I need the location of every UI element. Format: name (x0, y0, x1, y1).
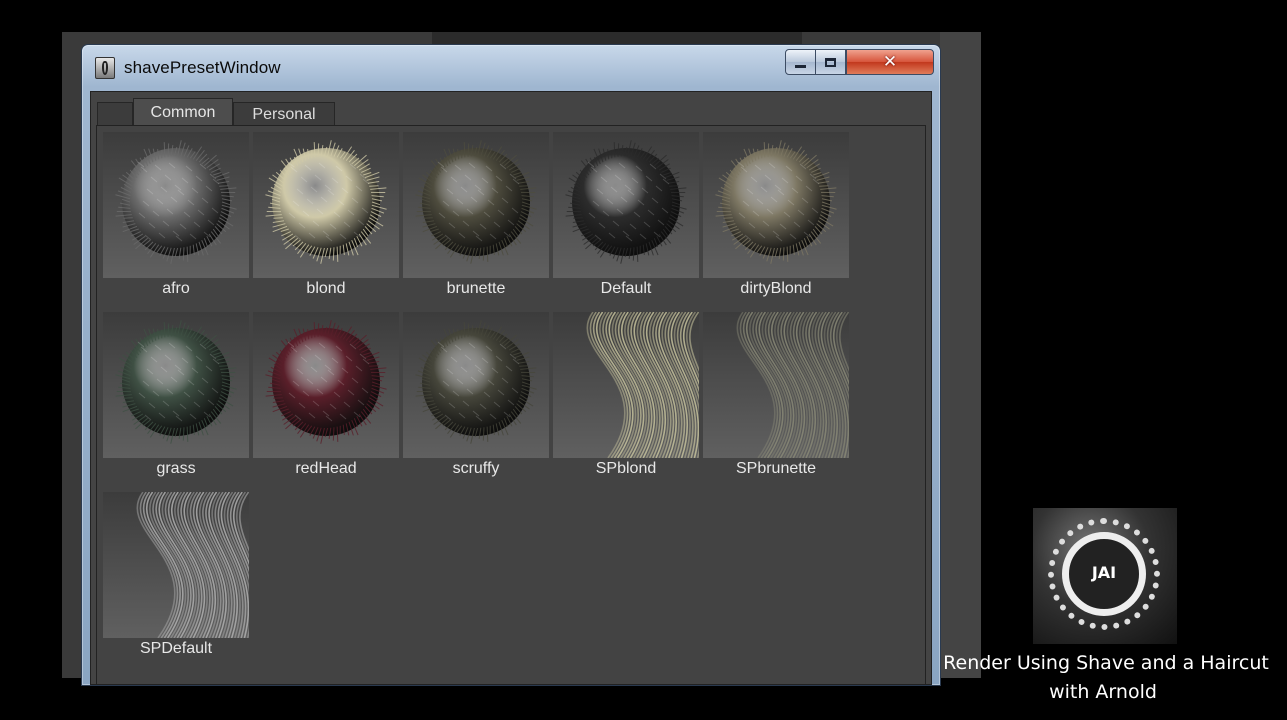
preset-item[interactable]: blond (253, 132, 401, 312)
hair-strands-image (736, 312, 849, 458)
maximize-icon (825, 57, 836, 67)
window-client-area: Common Personal afro blond brunette Default… (90, 91, 932, 685)
preset-thumbnail[interactable] (403, 132, 549, 278)
hair-strands-image (136, 492, 249, 638)
app-icon (95, 57, 115, 79)
minimize-icon (795, 64, 806, 68)
fur-ball-image (115, 140, 237, 264)
preset-thumbnail[interactable] (553, 132, 699, 278)
minimize-button[interactable] (785, 49, 816, 75)
preset-label: SPDefault (139, 640, 213, 657)
fur-ball-image (415, 320, 537, 444)
preset-thumbnail[interactable] (253, 312, 399, 458)
maximize-button[interactable] (815, 49, 846, 75)
preset-item[interactable]: SPbrunette (703, 312, 851, 492)
preset-label: grass (156, 460, 196, 477)
preset-thumbnail[interactable] (103, 132, 249, 278)
preset-label: Default (600, 280, 652, 297)
fur-ball-image (265, 140, 387, 264)
preset-item[interactable]: dirtyBlond (703, 132, 851, 312)
preset-thumbnail[interactable] (103, 312, 249, 458)
fur-ball-image (565, 140, 687, 264)
preset-item[interactable]: brunette (403, 132, 551, 312)
preset-item[interactable]: Default (553, 132, 701, 312)
preset-thumbnail[interactable] (403, 312, 549, 458)
preset-label: scruffy (452, 460, 500, 477)
preset-item[interactable]: scruffy (403, 312, 551, 492)
hair-strands-image (586, 312, 699, 458)
logo-text: JAI (1091, 563, 1117, 582)
preset-thumbnail[interactable] (703, 132, 849, 278)
preset-label: dirtyBlond (740, 280, 812, 297)
preset-item[interactable]: SPblond (553, 312, 701, 492)
preset-label: brunette (446, 280, 506, 297)
preset-panel: afro blond brunette Default dirtyBlond grass r… (96, 125, 926, 684)
close-button[interactable]: ✕ (846, 49, 934, 75)
preset-item[interactable]: afro (103, 132, 251, 312)
fur-ball-image (415, 140, 537, 264)
fur-ball-image (715, 140, 837, 264)
preset-label: SPbrunette (735, 460, 817, 477)
fur-ball-image (265, 320, 387, 444)
tab-strip: Common Personal (97, 96, 925, 126)
preset-item[interactable]: redHead (253, 312, 401, 492)
tab-scroll-stub (97, 102, 133, 126)
title-bar[interactable]: shavePresetWindow ✕ (82, 45, 940, 91)
jai-logo: JAI (1033, 508, 1177, 644)
preset-label: blond (306, 280, 346, 297)
video-caption-line-1: Render Using Shave and a Haircut (943, 652, 1269, 674)
preset-thumbnail[interactable] (253, 132, 399, 278)
preset-thumbnail[interactable] (703, 312, 849, 458)
preset-label: SPblond (595, 460, 657, 477)
shave-preset-window: shavePresetWindow ✕ Common Personal afro… (81, 44, 941, 686)
preset-grid: afro blond brunette Default dirtyBlond grass r… (103, 132, 863, 682)
preset-thumbnail[interactable] (103, 492, 249, 638)
preset-label: redHead (295, 460, 357, 477)
tab-common[interactable]: Common (133, 98, 233, 126)
video-caption-line-2: with Arnold (1049, 681, 1157, 703)
preset-label: afro (162, 280, 190, 297)
viewport-side-panel (940, 32, 981, 678)
preset-item[interactable]: grass (103, 312, 251, 492)
tab-personal[interactable]: Personal (233, 102, 335, 126)
window-title: shavePresetWindow (124, 58, 281, 77)
preset-item[interactable]: SPDefault (103, 492, 251, 672)
close-icon: ✕ (882, 51, 898, 72)
fur-ball-image (115, 320, 237, 444)
preset-thumbnail[interactable] (553, 312, 699, 458)
